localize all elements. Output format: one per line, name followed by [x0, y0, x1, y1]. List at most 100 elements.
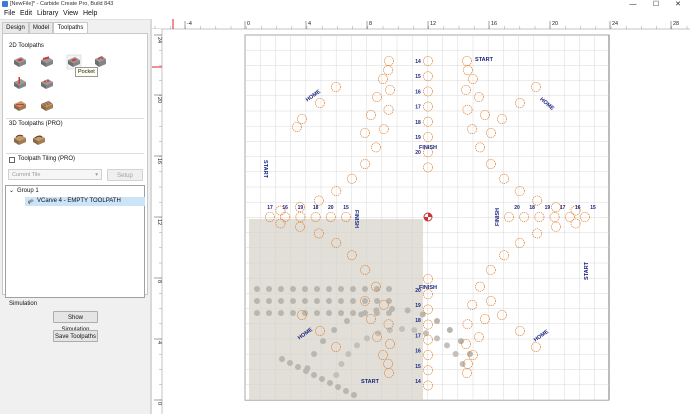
sim-mark	[399, 326, 405, 332]
ruler-tick-label: 24	[612, 21, 618, 27]
tree-group[interactable]: Group 1	[17, 187, 39, 196]
contour-icon[interactable]	[12, 54, 28, 70]
3d-finish-icon[interactable]	[31, 132, 47, 148]
sim-mark	[314, 298, 320, 304]
sim-mark	[278, 298, 284, 304]
ruler-tick-label: 16	[156, 158, 162, 164]
sim-mark	[302, 310, 308, 316]
advanced-vcarve-icon[interactable]	[12, 76, 28, 92]
sim-mark	[279, 356, 285, 362]
3d-rough-icon[interactable]	[12, 132, 28, 148]
show-simulation-button[interactable]: Show Simulation	[53, 311, 98, 333]
tile-select[interactable]: Current Tile ▾	[8, 169, 102, 180]
tab-model[interactable]: Model	[29, 22, 53, 33]
origin-marker	[423, 212, 433, 222]
hole-number: 19	[298, 205, 304, 211]
tiling-label: Toolpath Tiling (PRO)	[18, 156, 76, 162]
hole-number: 18	[529, 205, 535, 211]
drill-icon[interactable]	[39, 54, 55, 70]
hole-number: 16	[575, 205, 581, 211]
sim-mark	[290, 298, 296, 304]
sim-mark	[457, 338, 464, 345]
sim-mark	[374, 286, 380, 292]
sim-mark	[314, 310, 320, 316]
hole-number: 18	[415, 120, 421, 126]
maximize-button[interactable]: ☐	[645, 0, 667, 9]
hole-number: 16	[415, 89, 421, 95]
sim-mark	[266, 310, 272, 316]
sim-mark	[295, 364, 301, 370]
hole-number: 20	[415, 288, 421, 294]
ruler-tick-label: 0	[247, 21, 250, 27]
tree-item-vcarve[interactable]: VCarve 4 - EMPTY TOOLPATH	[37, 197, 121, 206]
sim-mark	[333, 372, 340, 379]
sim-mark	[320, 338, 327, 345]
ruler-tick-label: 28	[673, 21, 679, 27]
sim-mark	[443, 342, 450, 349]
sim-mark	[326, 286, 332, 292]
close-button[interactable]: ✕	[667, 0, 689, 9]
sim-mark	[287, 360, 293, 366]
horizontal-ruler	[152, 19, 690, 29]
sim-mark	[434, 335, 440, 342]
sim-mark	[314, 286, 320, 292]
sim-mark	[319, 376, 325, 382]
hole-number: 20	[415, 150, 421, 156]
ruler-tick-label: 16	[491, 21, 497, 27]
tab-design[interactable]: Design	[2, 22, 29, 33]
sim-mark	[302, 286, 308, 292]
menu-library[interactable]: Library	[37, 9, 58, 19]
ruler-tick-label: 8	[369, 21, 372, 27]
hole-number: 19	[415, 303, 421, 309]
rough-icon[interactable]	[12, 98, 28, 114]
sim-mark	[254, 286, 260, 292]
sim-mark	[350, 310, 356, 316]
design-canvas[interactable]: -4 0 4 8 12 16 20 24 28 24 20 16 12 8 4 0 START START STA…	[152, 19, 690, 414]
ruler-tick-label: -4	[187, 21, 192, 27]
sim-mark	[326, 310, 332, 316]
setup-button[interactable]: Setup	[107, 169, 143, 181]
tiling-checkbox[interactable]	[9, 157, 15, 163]
ruler-tick-label: 12	[156, 219, 162, 225]
hole-number: 17	[415, 105, 421, 111]
simulation-label: Simulation	[9, 301, 38, 307]
sim-mark	[338, 286, 344, 292]
hole-number: 16	[415, 349, 421, 355]
save-toolpaths-button[interactable]: Save Toolpaths	[53, 330, 98, 342]
title-bar: [NewFile]* - Carbide Create Pro, Build 8…	[0, 0, 690, 9]
menu-help[interactable]: Help	[83, 9, 97, 19]
texture-icon[interactable]	[39, 76, 55, 92]
sim-mark	[254, 310, 260, 316]
menu-edit[interactable]: Edit	[20, 9, 32, 19]
vcarve-toolpath-icon	[28, 199, 34, 205]
sim-mark	[373, 307, 380, 314]
canvas-svg[interactable]: -4 0 4 8 12 16 20 24 28 24 20 16 12 8 4 0 START START STA…	[152, 19, 690, 414]
sim-mark	[266, 286, 272, 292]
hole-number: 14	[415, 379, 421, 385]
collapse-icon[interactable]: ⌄	[9, 187, 14, 196]
toolpath-tree: ⌄ Group 1 VCarve 4 - EMPTY TOOLPATH	[5, 185, 145, 298]
sim-mark	[452, 351, 459, 358]
sim-mark	[335, 384, 341, 390]
hole-number: 20	[328, 205, 334, 211]
finish-label-right: FINISH	[495, 208, 501, 226]
sim-mark	[364, 335, 370, 342]
sim-mark	[351, 392, 357, 398]
minimize-button[interactable]: —	[622, 0, 644, 9]
finish-icon[interactable]	[39, 98, 55, 114]
menu-file[interactable]: File	[4, 9, 15, 19]
menu-view[interactable]: View	[63, 9, 78, 19]
hole-number: 19	[545, 205, 551, 211]
sim-mark	[303, 368, 309, 374]
sim-mark	[338, 310, 344, 316]
chevron-down-icon: ▾	[95, 172, 98, 178]
sim-mark	[311, 372, 317, 378]
sim-mark	[344, 318, 350, 325]
sim-mark	[302, 298, 308, 304]
hole-number: 17	[415, 333, 421, 339]
sim-mark	[278, 286, 284, 292]
sim-mark	[362, 286, 368, 292]
ruler-tick-label: 8	[156, 280, 162, 283]
ruler-tick-label: 12	[430, 21, 436, 27]
sim-mark	[290, 310, 296, 316]
